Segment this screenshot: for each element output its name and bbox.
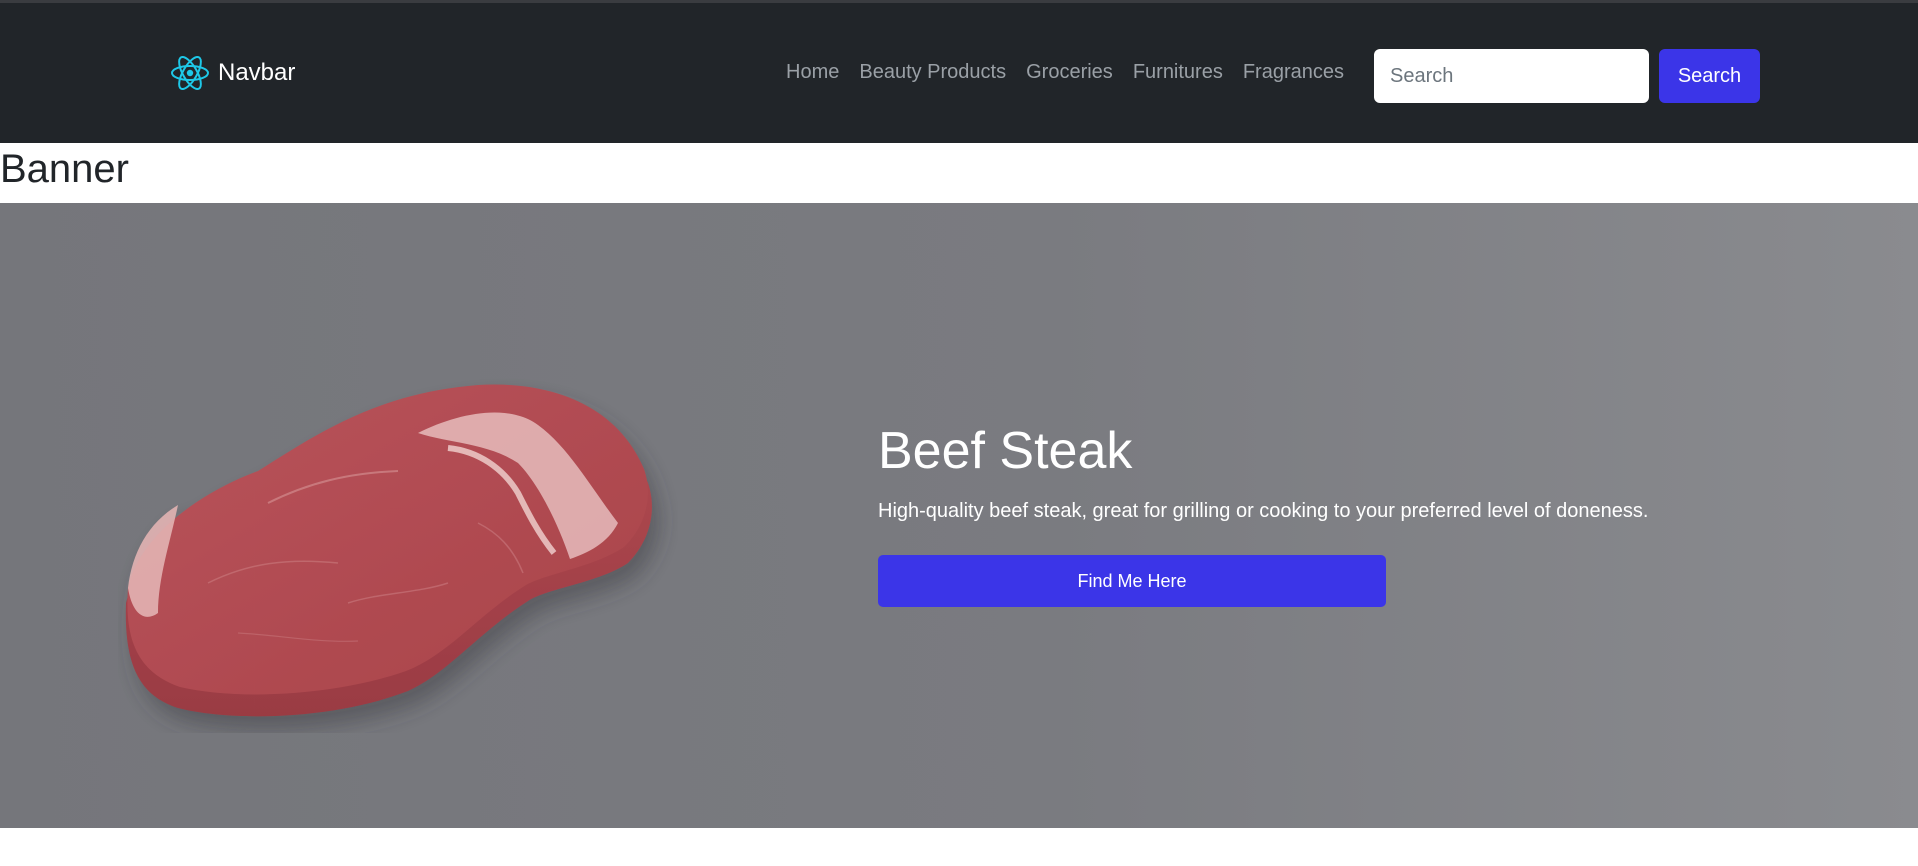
nav-link-groceries[interactable]: Groceries xyxy=(1026,61,1113,84)
banner-description: High-quality beef steak, great for grill… xyxy=(878,500,1649,522)
banner-title: Beef Steak xyxy=(878,422,1133,480)
nav-link-furnitures[interactable]: Furnitures xyxy=(1133,61,1223,84)
navbar: Navbar Home Beauty Products Groceries Fu… xyxy=(0,3,1918,143)
nav-link-beauty-products[interactable]: Beauty Products xyxy=(859,61,1006,84)
beef-steak-image xyxy=(118,373,678,738)
search-button[interactable]: Search xyxy=(1659,49,1760,103)
page-heading: Banner xyxy=(0,147,129,191)
hero-banner: Beef Steak High-quality beef steak, grea… xyxy=(0,203,1918,828)
brand-label: Navbar xyxy=(218,59,296,86)
search-input[interactable] xyxy=(1374,49,1649,103)
nav-links: Home Beauty Products Groceries Furniture… xyxy=(786,61,1344,84)
nav-link-fragrances[interactable]: Fragrances xyxy=(1243,61,1344,84)
find-me-here-button[interactable]: Find Me Here xyxy=(878,555,1386,607)
navbar-brand[interactable]: Navbar xyxy=(170,53,295,93)
nav-link-home[interactable]: Home xyxy=(786,61,839,84)
react-atom-icon xyxy=(170,53,210,93)
